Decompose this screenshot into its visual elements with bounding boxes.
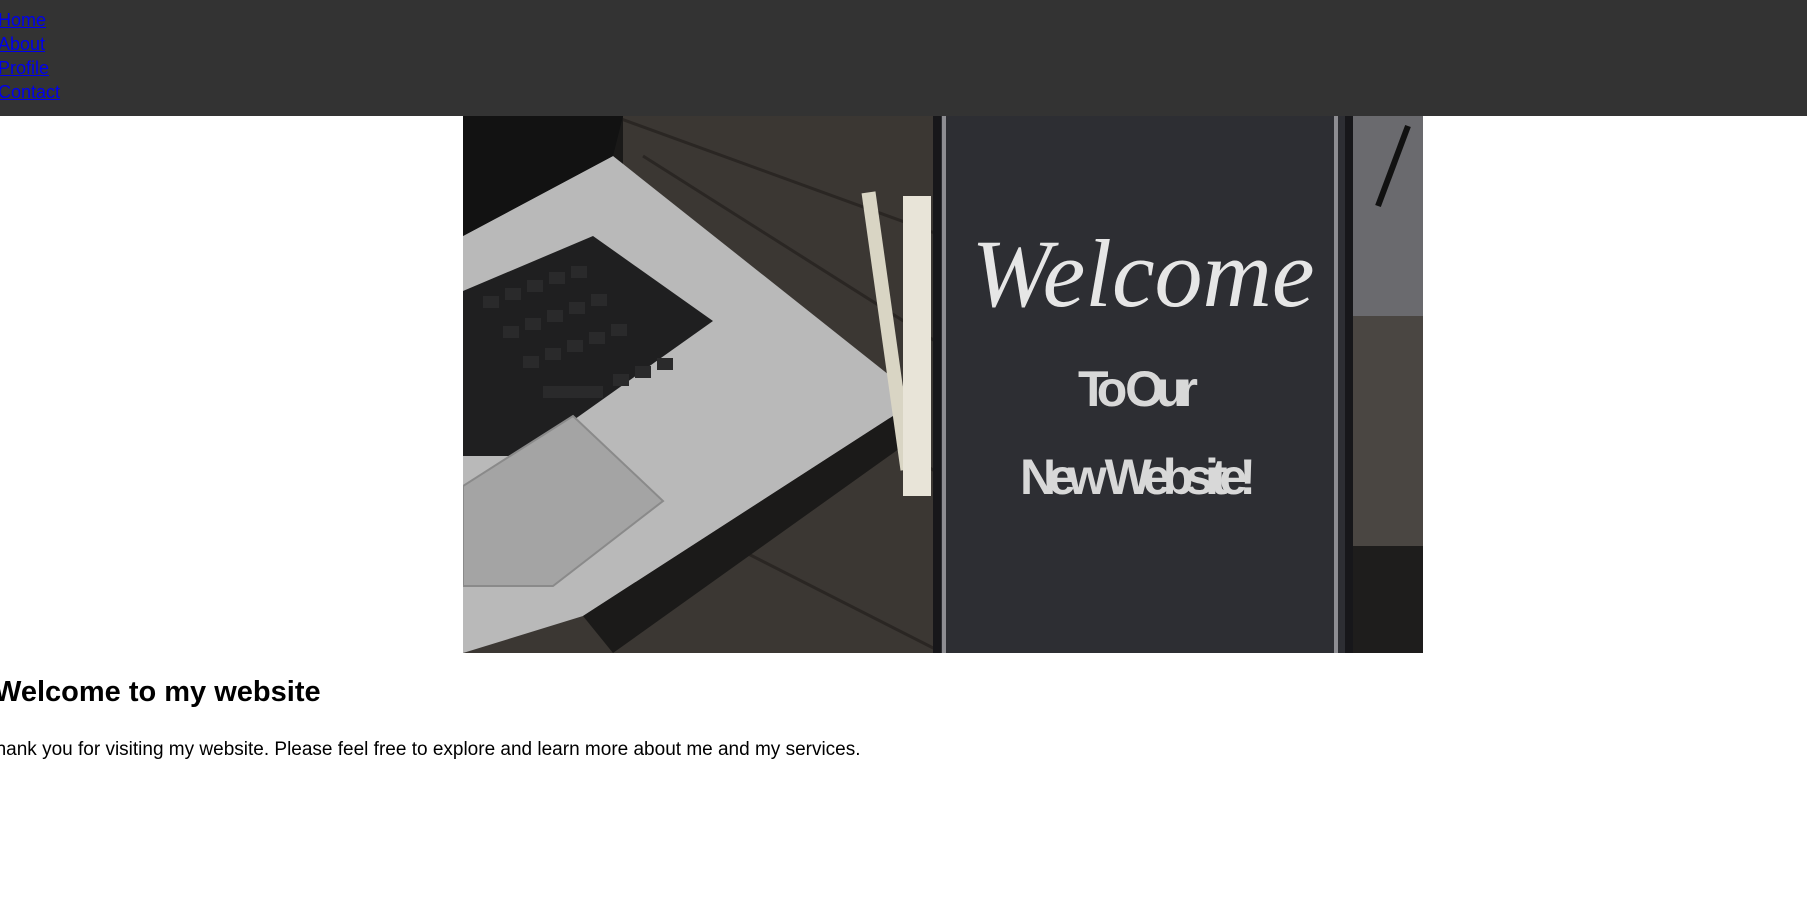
hero-image: Welcome To Our New Website! <box>463 116 1423 653</box>
nav-item-profile: Profile <box>0 56 1807 80</box>
nav-link-home[interactable]: Home <box>0 10 46 30</box>
nav-item-home: Home <box>0 8 1807 32</box>
nav-item-contact: Contact <box>0 80 1807 104</box>
nav-link-contact[interactable]: Contact <box>0 82 60 102</box>
intro-paragraph: Thank you for visiting my website. Pleas… <box>0 739 861 760</box>
nav-link-profile[interactable]: Profile <box>0 58 49 78</box>
top-navbar: Home About Profile Contact <box>0 0 1807 116</box>
nav-list: Home About Profile Contact <box>0 0 1807 104</box>
sign-line1-text: To Our <box>1078 361 1198 417</box>
nav-link-about[interactable]: About <box>0 34 45 54</box>
notebook-edge <box>903 196 931 496</box>
desk-right-light <box>1353 116 1423 316</box>
page-heading: Welcome to my website <box>0 676 321 708</box>
nav-item-about: About <box>0 32 1807 56</box>
hero-illustration: Welcome To Our New Website! <box>463 116 1423 653</box>
sign-line2-text: New Website! <box>1020 449 1256 505</box>
sign-welcome-text: Welcome <box>972 220 1315 327</box>
